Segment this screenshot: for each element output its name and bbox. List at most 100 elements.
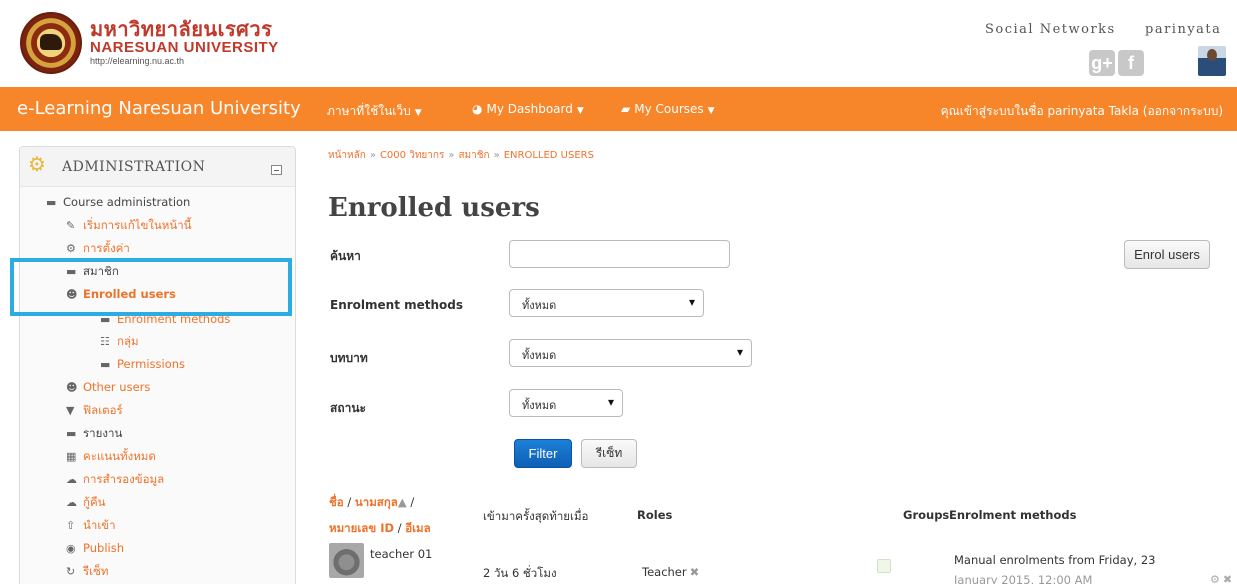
navbar-brand[interactable]: e-Learning Naresuan University (17, 98, 301, 119)
dashboard-menu[interactable]: ◕ My Dashboard ▼ (472, 102, 584, 116)
upload-icon: ⇧ (66, 519, 76, 532)
gears-icon: ⚙ (28, 154, 46, 176)
folder-open-icon: ▬ (46, 196, 57, 209)
dashboard-menu-label: My Dashboard (486, 102, 573, 116)
sidebar-item-label: รายงาน (83, 426, 123, 440)
administration-title: ADMINISTRATION (62, 159, 206, 175)
sidebar-item-label: คะแนนทั้งหมด (83, 449, 156, 463)
sort-first-name-link[interactable]: ชื่อ (329, 495, 344, 509)
briefcase-icon: ▰ (621, 102, 631, 116)
brand-english-name: NARESUAN UNIVERSITY (90, 39, 279, 56)
role-name: Teacher (642, 565, 687, 579)
add-group-icon[interactable] (877, 559, 891, 573)
role-label: บทบาท (330, 351, 368, 365)
sidebar-item-label: Other users (83, 380, 151, 394)
user-name-link[interactable]: teacher 01 (370, 547, 432, 561)
sidebar-item-restore[interactable]: ☁ กู้คืน (66, 494, 106, 511)
university-logo[interactable] (20, 12, 82, 74)
sidebar-item-backup[interactable]: ☁ การสำรองข้อมูล (66, 471, 164, 488)
sidebar-item-label: กู้คืน (83, 495, 106, 509)
folder-icon: ▬ (66, 427, 77, 440)
sidebar-item-permissions[interactable]: ▬ Permissions (100, 356, 185, 373)
breadcrumb-enrolled-users[interactable]: ENROLLED USERS (504, 150, 594, 161)
filter-button[interactable]: Filter (514, 439, 572, 468)
sidebar-item-groups[interactable]: ☷ กลุ่ม (100, 333, 139, 350)
breadcrumb-separator: » (493, 150, 500, 161)
sidebar-item-publish[interactable]: ◉ Publish (66, 540, 124, 557)
remove-role-icon[interactable]: ✖ (690, 565, 700, 579)
sort-id-number-link[interactable]: หมายเลข ID (329, 521, 394, 535)
social-networks-title: Social Networks (985, 22, 1116, 37)
sidebar-item-label: Course administration (63, 195, 191, 209)
sidebar-item-course-administration[interactable]: ▬ Course administration (46, 194, 190, 211)
table-icon: ▦ (66, 450, 77, 463)
sidebar-item-settings[interactable]: ⚙ การตั้งค่า (66, 240, 130, 257)
table-header-enrolment-methods: Enrolment methods (949, 508, 1077, 522)
enrol-users-button[interactable]: Enrol users (1124, 240, 1210, 269)
sort-email-link[interactable]: อีเมล (405, 521, 430, 535)
sidebar-item-label: กลุ่ม (117, 334, 139, 348)
brand-thai-name: มหาวิทยาลัยนเรศวร (90, 17, 273, 41)
breadcrumb-users[interactable]: สมาชิก (458, 150, 489, 161)
group-icon: ☷ (100, 335, 110, 348)
login-status[interactable]: คุณเข้าสู่ระบบในชื่อ parinyata Takla (ออ… (941, 102, 1223, 121)
enrolment-edit-icon[interactable]: ⚙ ✖ (1210, 573, 1232, 584)
sidebar-item-reset[interactable]: ↻ รีเซ็ท (66, 563, 109, 580)
cloud-download-icon: ☁ (66, 496, 77, 509)
language-menu[interactable]: ภาษาที่ใช้ในเว็บ ▼ (327, 102, 422, 121)
user-icon: ☻ (66, 381, 78, 394)
user-avatar[interactable] (329, 543, 364, 578)
breadcrumb-home[interactable]: หน้าหลัก (328, 150, 366, 161)
breadcrumb-separator: » (369, 150, 376, 161)
gear-icon: ⚙ (66, 242, 76, 255)
breadcrumb-separator: » (448, 150, 455, 161)
google-plus-icon[interactable]: g+ (1089, 50, 1115, 76)
collapse-block-button[interactable] (271, 165, 282, 175)
last-access-cell: 2 วัน 6 ชั่วโมง (483, 566, 557, 580)
user-avatar[interactable] (1198, 46, 1226, 76)
sort-last-name-link[interactable]: นามสกุล (355, 495, 398, 509)
status-label: สถานะ (330, 401, 366, 415)
table-header-last-access[interactable]: เข้ามาครั้งสุดท้ายเมื่อ (483, 508, 588, 526)
sidebar-item-other-users[interactable]: ☻ Other users (66, 379, 150, 396)
breadcrumb-course[interactable]: C000 วิทยากร (380, 150, 444, 161)
role-select[interactable]: ทั้งหมด (509, 339, 752, 367)
sidebar-item-label: การตั้งค่า (83, 241, 130, 255)
search-input[interactable] (509, 240, 730, 268)
globe-icon: ◉ (66, 542, 76, 555)
reset-button[interactable]: รีเซ็ท (581, 439, 637, 468)
pencil-icon: ✎ (66, 219, 76, 232)
table-header-name: ชื่อ / นามสกุล▲ / (329, 495, 415, 509)
site-header: มหาวิทยาลัยนเรศวร NARESUAN UNIVERSITY ht… (0, 0, 1237, 87)
table-header-groups: Groups (903, 508, 950, 522)
enrolment-methods-select[interactable]: ทั้งหมด (509, 289, 704, 317)
table-header-id-email: หมายเลข ID / อีเมล (329, 521, 431, 535)
refresh-icon: ↻ (66, 565, 76, 578)
caret-down-icon: ▼ (707, 106, 715, 116)
courses-menu-label: My Courses (634, 102, 704, 116)
enrolment-method-cell: Manual enrolments from Friday, 23 (954, 553, 1156, 567)
sidebar-item-grades[interactable]: ▦ คะแนนทั้งหมด (66, 448, 156, 465)
sidebar-item-turn-editing-on[interactable]: ✎ เริ่มการแก้ไขในหน้านี้ (66, 217, 192, 234)
page-title: Enrolled users (328, 193, 540, 223)
dashboard-icon: ◕ (472, 102, 483, 116)
breadcrumb: หน้าหลัก» C000 วิทยากร» สมาชิก» ENROLLED US… (328, 148, 594, 163)
sidebar-item-filters[interactable]: ▼ ฟิลเตอร์ (66, 402, 123, 419)
folder-icon: ▬ (100, 358, 111, 371)
caret-down-icon: ▼ (414, 108, 422, 118)
sidebar-item-reports[interactable]: ▬ รายงาน (66, 425, 122, 442)
sidebar-item-import[interactable]: ⇧ นำเข้า (66, 517, 116, 534)
sidebar-item-label: เริ่มการแก้ไขในหน้านี้ (83, 218, 192, 232)
enrolment-methods-label: Enrolment methods (330, 298, 464, 312)
courses-menu[interactable]: ▰ My Courses ▼ (621, 102, 715, 116)
filter-icon: ▼ (66, 404, 75, 417)
administration-header: ⚙ ADMINISTRATION (20, 147, 295, 187)
cloud-upload-icon: ☁ (66, 473, 77, 486)
sort-ascending-icon: ▲ (397, 495, 407, 509)
sidebar-item-label: การสำรองข้อมูล (83, 472, 165, 486)
status-select[interactable]: ทั้งหมด (509, 389, 623, 417)
search-label: ค้นหา (330, 249, 361, 263)
main-navbar: e-Learning Naresuan University ภาษาที่ใช… (0, 87, 1237, 131)
facebook-icon[interactable]: f (1118, 50, 1144, 76)
brand-block[interactable]: มหาวิทยาลัยนเรศวร NARESUAN UNIVERSITY ht… (90, 18, 279, 67)
